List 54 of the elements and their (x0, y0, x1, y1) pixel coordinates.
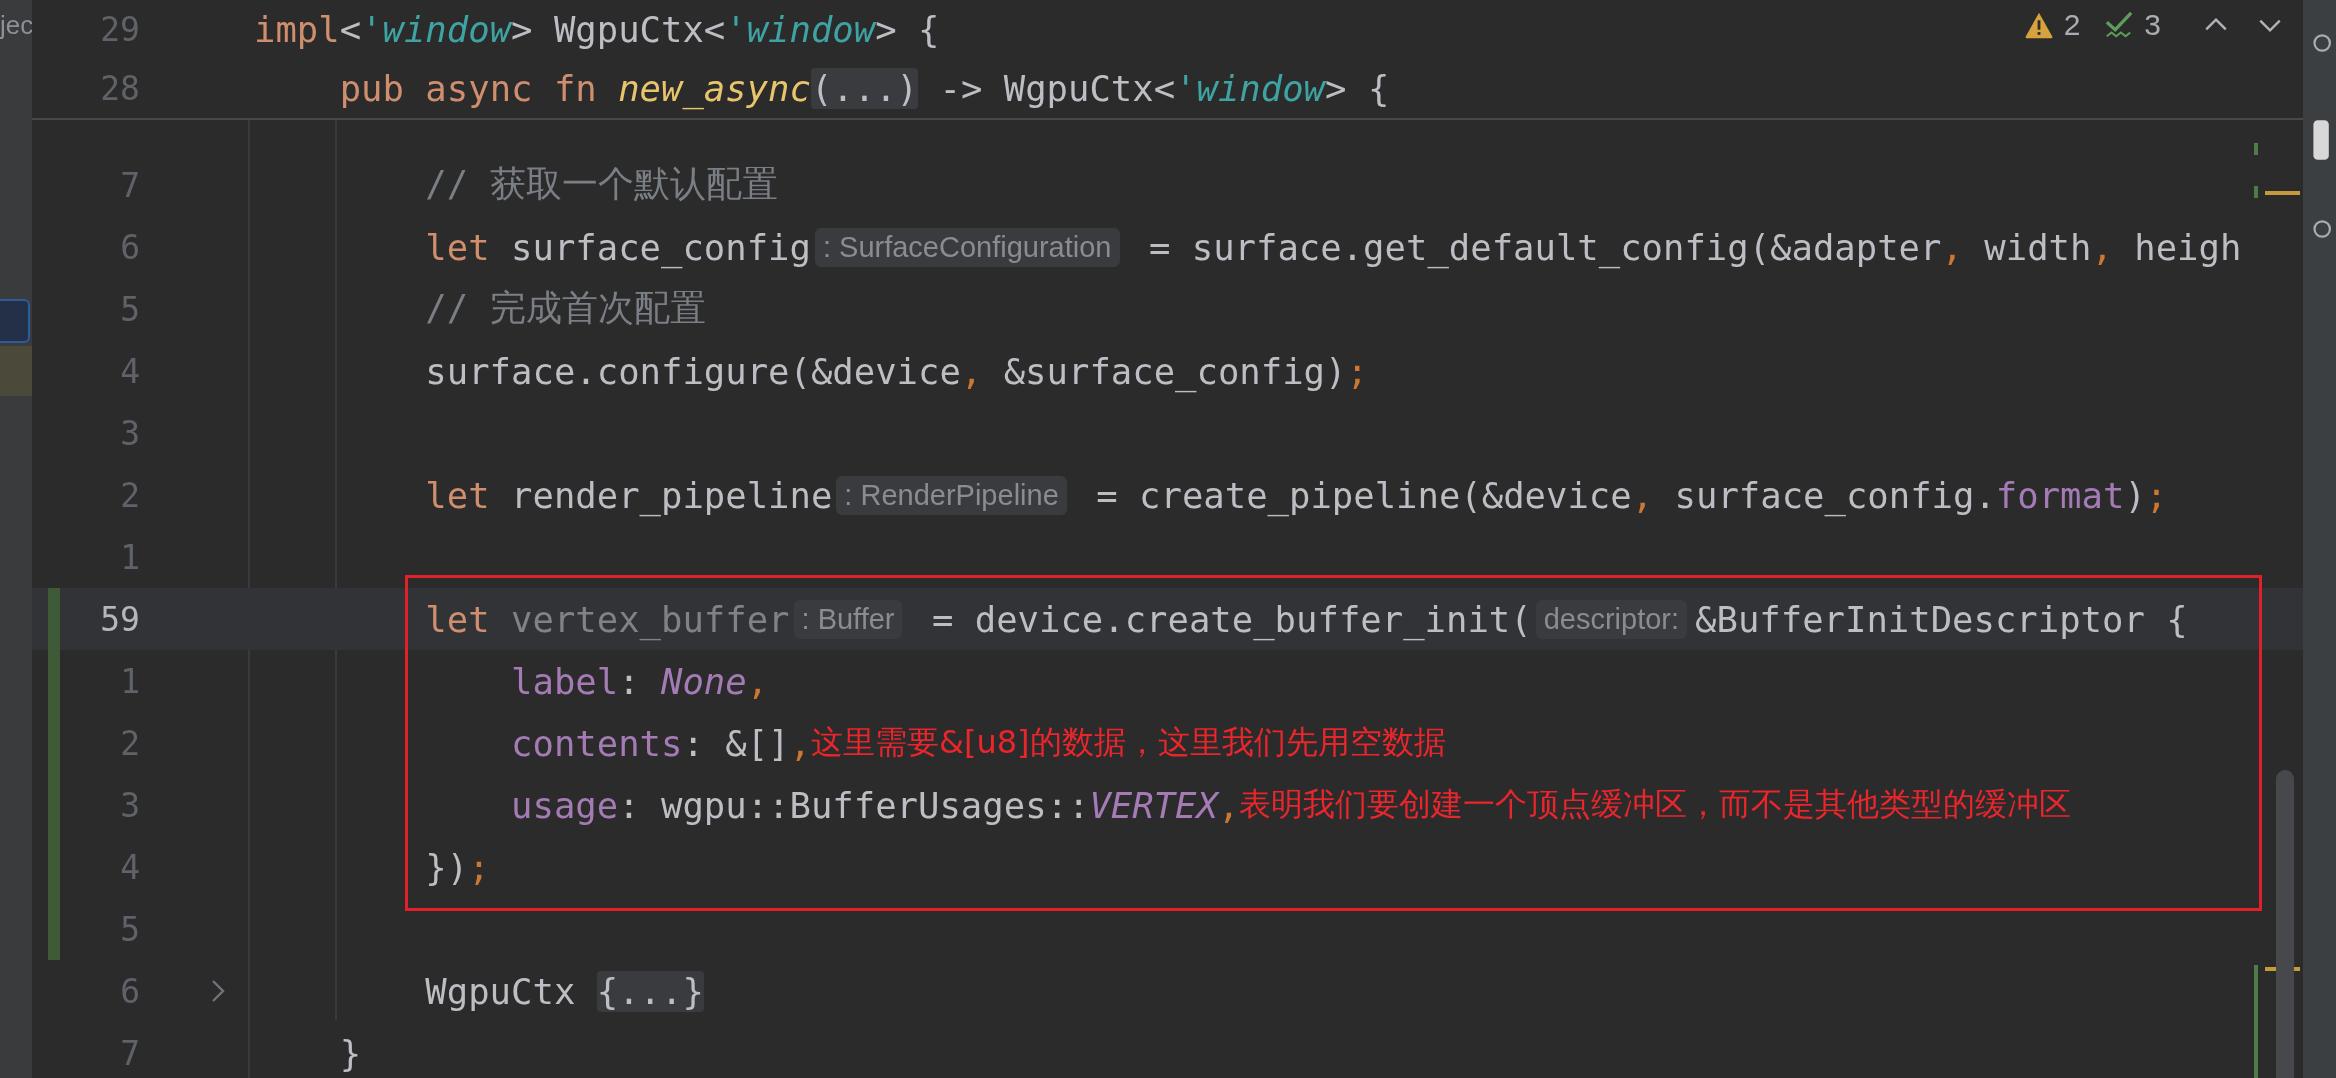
inlay-hint: descriptor: (1535, 599, 1688, 639)
inlay-hint: : Buffer (793, 599, 903, 639)
line-number: 6 (119, 971, 140, 1011)
change-marker (2254, 143, 2258, 155)
code-text: impl<'window> WgpuCtx<'window> { (254, 9, 940, 50)
line-number: 3 (119, 785, 140, 825)
code-text: contents: &[], (511, 722, 811, 764)
line-number: 3 (119, 413, 140, 453)
code-text: let vertex_buffer (425, 598, 790, 640)
annotation-text: 表明我们要创建一个顶点缓冲区，而不是其他类型的缓冲区 (1239, 784, 2072, 825)
line-number: 29 (99, 10, 140, 49)
warning-marker (2265, 191, 2300, 195)
code-text: }); (425, 846, 490, 888)
tree-row-highlight (0, 346, 32, 396)
line-number: 5 (119, 909, 140, 949)
inspection-count[interactable]: 2 (2063, 8, 2081, 42)
inspection-count[interactable]: 3 (2144, 8, 2161, 42)
scrollbar-thumb[interactable] (2276, 770, 2294, 1078)
line-number: 1 (119, 661, 140, 701)
check-icon[interactable] (2104, 10, 2135, 40)
line-number: 1 (119, 537, 140, 577)
change-marker (2254, 186, 2258, 198)
code-text: pub async fn new_async (339, 68, 811, 109)
code-text: = create_pipeline(&device, surface_config.format); (1095, 474, 2168, 516)
code-text: label: None, (511, 660, 769, 702)
code-text: = surface.get_default_config(&adapter, width, heigh (1147, 226, 2242, 268)
line-number: 2 (119, 723, 140, 763)
line-number: 7 (119, 1033, 140, 1073)
code-text: } (339, 1032, 362, 1074)
folded-code[interactable]: {...} (596, 970, 704, 1012)
code-text: -> WgpuCtx<'window> { (938, 68, 1390, 109)
line-number: 6 (119, 227, 140, 267)
line-number: 59 (99, 599, 140, 639)
line-number: 7 (119, 165, 140, 205)
code-text: let surface_config (425, 226, 811, 268)
inlay-hint: : RenderPipeline (836, 475, 1067, 515)
code-text: usage: wgpu::BufferUsages::VERTEX, (511, 784, 1240, 826)
tree-row-highlight (0, 299, 30, 343)
code-text: = device.create_buffer_init( (930, 598, 1532, 640)
code-text: let render_pipeline (425, 474, 833, 516)
code-text: surface.configure(&device, &surface_config); (425, 350, 1368, 392)
line-number: 4 (119, 351, 140, 391)
code-text: // 完成首次配置 (425, 286, 706, 330)
annotation-text: 这里需要&[u8]的数据，这里我们先用空数据 (810, 722, 1446, 763)
code-text: &BufferInitDescriptor { (1695, 598, 2188, 640)
inlay-hint: : SurfaceConfiguration (814, 227, 1120, 267)
folded-code[interactable]: (...) (810, 68, 919, 109)
line-number: 2 (119, 475, 140, 515)
line-number: 4 (119, 847, 140, 887)
code-text: // 获取一个默认配置 (425, 162, 778, 206)
line-number: 28 (99, 69, 140, 108)
project-panel-text: jec (0, 10, 34, 41)
line-number: 5 (119, 289, 140, 329)
code-text: WgpuCtx (425, 970, 577, 1012)
